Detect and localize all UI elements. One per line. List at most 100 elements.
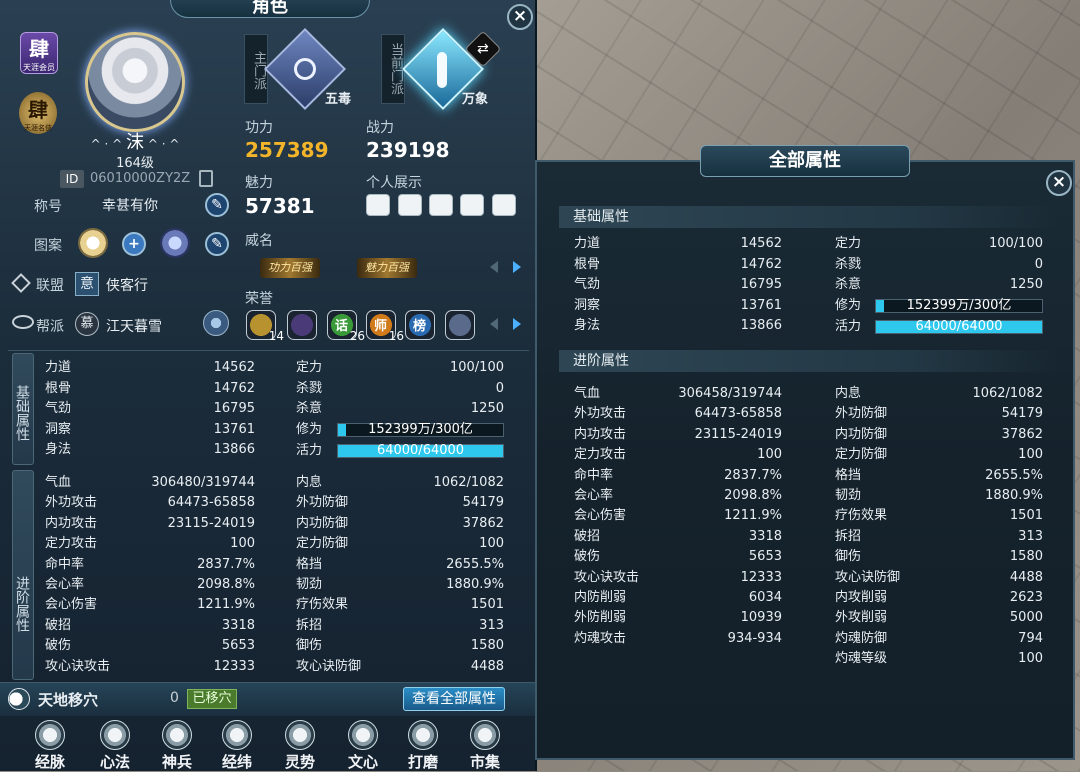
avatar[interactable] [85, 32, 185, 132]
nav-item-4[interactable]: 灵势 [270, 720, 330, 771]
all-adv-stat-value: 10939 [740, 610, 782, 626]
all-adv-stat-name: 韧劲 [835, 488, 862, 503]
main-sect-value: 五毒 [325, 92, 352, 107]
adv-stat-name: 御伤 [296, 638, 323, 654]
all-adv-stat-name: 定力防御 [835, 447, 888, 463]
adv-stat-row: 破招 3318 [45, 616, 255, 636]
adv-stat-row: 破伤 5653 [45, 636, 255, 656]
basic-stat-name: 根骨 [45, 380, 72, 396]
basic-stat-row: 身法 13866 [45, 440, 255, 460]
tiandi-status: 已移穴 [187, 689, 237, 709]
edit-title-icon[interactable]: ✎ [205, 193, 229, 217]
all-adv-stat-row: 内攻削弱 2623 [835, 588, 1043, 608]
all-basic-stat-row: 身法 13866 [574, 316, 782, 336]
basic-stat-row: 定力 100/100 [296, 358, 504, 378]
nav-item-0[interactable]: 经脉 [20, 720, 80, 771]
all-huoli-row: 活力 64000/64000 [835, 317, 1043, 337]
fame-badge[interactable]: 肆 天涯名俠 [19, 92, 57, 134]
adv-stat-value: 2655.5% [446, 556, 504, 572]
add-pattern-icon[interactable]: + [122, 232, 146, 256]
all-xiuwei-bar-text: 152399万/300亿 [906, 298, 1012, 313]
all-adv-stat-row: 疗伤效果 1501 [835, 506, 1043, 526]
display-house-icon[interactable] [398, 194, 422, 216]
nav-item-5[interactable]: 文心 [333, 720, 393, 771]
all-xiuwei-name: 修为 [835, 298, 862, 313]
emblem-next-icon[interactable] [513, 261, 521, 273]
meili-label: 魅力 [245, 175, 273, 191]
adv-stat-name: 格挡 [296, 556, 323, 572]
honor-badge-2-icon[interactable] [287, 310, 317, 340]
scroll-icon [100, 720, 130, 750]
all-adv-stat-row: 内功防御 37862 [835, 425, 1043, 445]
meili-value: 57381 [245, 194, 315, 218]
adv-stat-name: 气血 [45, 475, 72, 490]
all-basic-stat-row: 洞察 13761 [574, 296, 782, 316]
emblem-gongli[interactable]: 功力百强 [260, 258, 320, 278]
adv-stat-name: 破招 [45, 617, 72, 633]
all-adv-stat-row: 韧劲 1880.9% [835, 486, 1043, 506]
adv-stat-name: 内息 [296, 475, 323, 490]
nav-item-2[interactable]: 神兵 [147, 720, 207, 771]
moon-icon [8, 688, 30, 710]
display-mount-icon[interactable] [460, 194, 484, 216]
guild-crest-icon[interactable] [203, 310, 229, 336]
adv-stat-row: 内功防御 37862 [296, 514, 504, 534]
adv-stat-value: 306480/319744 [151, 475, 255, 490]
all-adv-stat-row: 定力防御 100 [835, 445, 1043, 465]
guild-label: 帮派 [36, 319, 64, 335]
all-basic-stat-name: 身法 [574, 318, 601, 334]
vip-badge[interactable]: 肆 天涯会员 [20, 32, 58, 74]
honor-next-icon[interactable] [513, 318, 521, 330]
basic-section-label: 基础属性 [12, 353, 34, 465]
display-bars-icon[interactable] [429, 194, 453, 216]
rongyu-label: 荣誉 [245, 291, 273, 307]
nav-item-1[interactable]: 心法 [85, 720, 145, 771]
honor-badge-1-icon[interactable]: 14 [246, 310, 284, 343]
honor-badge-3-icon[interactable]: 话 26 [327, 310, 365, 343]
display-tower-icon[interactable] [492, 194, 516, 216]
adv-stat-name: 定力防御 [296, 536, 349, 552]
adv-stat-name: 拆招 [296, 617, 323, 633]
honor-badge-6-icon[interactable] [445, 310, 475, 340]
gongli-label: 功力 [245, 120, 273, 136]
display-card-icon[interactable] [366, 194, 390, 216]
pattern-lotus-icon[interactable] [78, 228, 108, 258]
nav-item-7[interactable]: 市集 [455, 720, 515, 771]
all-adv-stat-row: 攻心诀防御 4488 [835, 568, 1043, 588]
weiming-label: 威名 [245, 233, 273, 249]
honor-prev-icon[interactable] [490, 318, 498, 330]
honor-badge-5-glyph: 榜 [413, 319, 427, 334]
all-adv-stat-value: 5000 [1009, 610, 1043, 626]
edit-pattern-icon[interactable]: ✎ [205, 232, 229, 256]
all-basic-stat-value: 0 [1034, 256, 1043, 272]
honor-badge-4-icon[interactable]: 师 16 [366, 310, 404, 343]
all-huoli-bar: 64000/64000 [875, 320, 1043, 334]
nav-item-6[interactable]: 打磨 [393, 720, 453, 771]
pattern-crest-icon[interactable] [160, 228, 190, 258]
adv-stat-row: 御伤 1580 [296, 636, 504, 656]
all-adv-stat-value: 4488 [1009, 569, 1043, 585]
nav-item-3[interactable]: 经纬 [207, 720, 267, 771]
copy-icon[interactable] [199, 170, 213, 187]
all-attributes-close-icon[interactable]: × [1046, 170, 1072, 196]
adv-stat-value: 64473-65858 [167, 495, 255, 511]
emblem-prev-icon[interactable] [490, 261, 498, 273]
adv-stat-name: 外功防御 [296, 495, 349, 511]
all-adv-stat-value: 1211.9% [724, 508, 782, 524]
all-adv-stat-name: 定力攻击 [574, 447, 627, 463]
close-icon[interactable]: × [507, 4, 533, 30]
all-adv-stat-value: 306458/319744 [678, 386, 782, 401]
adv-stat-value: 100 [230, 536, 255, 552]
emblem-meili[interactable]: 魅力百强 [357, 258, 417, 278]
all-huoli-name: 活力 [835, 319, 862, 334]
basic-stat-row: 气劲 16795 [45, 399, 255, 419]
nav-label: 打磨 [407, 753, 438, 771]
all-adv-stat-name: 灼魂防御 [835, 630, 888, 646]
alliance-diamond-icon [11, 273, 31, 293]
all-basic-stat-row: 杀戮 0 [835, 255, 1043, 275]
adv-stat-row: 气血 306480/319744 [45, 473, 255, 493]
all-basic-stat-value: 13866 [740, 318, 782, 334]
all-huoli-bar-text: 64000/64000 [915, 319, 1003, 334]
view-all-attributes-button[interactable]: 查看全部属性 [403, 687, 505, 711]
honor-badge-5-icon[interactable]: 榜 [405, 310, 435, 340]
